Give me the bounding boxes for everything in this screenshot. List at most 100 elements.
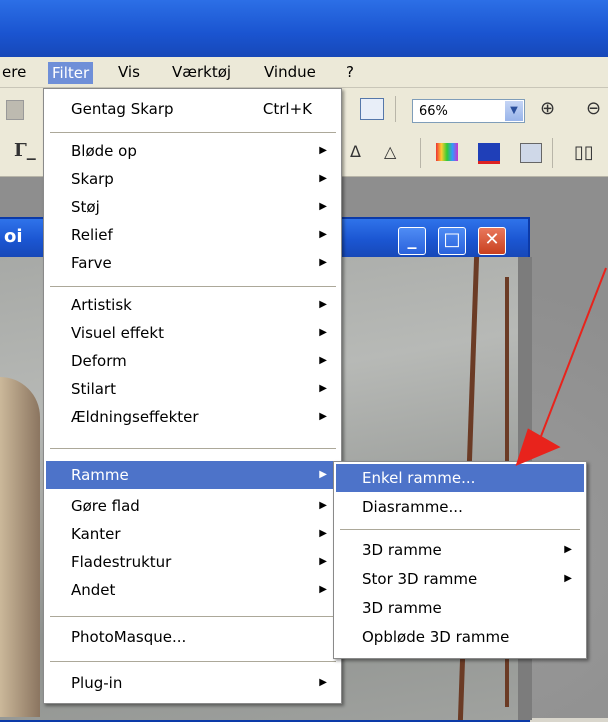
triangle-right-icon: ▶ <box>319 677 327 688</box>
menu-item-gentag-skarp[interactable]: Gentag Skarp Ctrl+K <box>46 95 339 123</box>
menu-help[interactable]: ? <box>346 63 354 81</box>
toolbar-button-icon[interactable] <box>6 100 24 120</box>
menu-item-artistisk[interactable]: Artistisk ▶ <box>46 291 339 319</box>
toolbar-separator <box>395 96 396 122</box>
calendar-icon[interactable] <box>360 98 384 120</box>
menu-item-plug-in[interactable]: Plug-in ▶ <box>46 669 339 697</box>
menu-item-label: Kanter <box>71 525 121 543</box>
menu-item-label: Farve <box>71 254 112 272</box>
photo-subject <box>0 377 40 717</box>
triangle-right-icon: ▶ <box>319 500 327 511</box>
color-palette-icon[interactable] <box>436 143 458 161</box>
menu-item-label: Enkel ramme... <box>362 469 476 487</box>
menu-ere[interactable]: ere <box>2 63 26 81</box>
menu-separator <box>50 132 336 133</box>
menu-item-label: Andet <box>71 581 116 599</box>
triangle-right-icon: ▶ <box>319 528 327 539</box>
menu-item-deform[interactable]: Deform ▶ <box>46 347 339 375</box>
minimize-icon[interactable]: _ <box>398 227 426 255</box>
triangle-right-icon: ▶ <box>319 257 327 268</box>
menu-item-label: Støj <box>71 198 100 216</box>
menu-item-visuel-effekt[interactable]: Visuel effekt ▶ <box>46 319 339 347</box>
submenu-item-enkel-ramme[interactable]: Enkel ramme... <box>336 464 584 492</box>
menu-separator <box>50 448 336 449</box>
menu-item-label: Gøre flad <box>71 497 140 515</box>
zoom-out-icon[interactable]: ⊖ <box>586 98 601 119</box>
menu-item-label: 3D ramme <box>362 599 442 617</box>
triangle-right-icon: ▶ <box>319 411 327 422</box>
menu-item-relief[interactable]: Relief ▶ <box>46 221 339 249</box>
menu-item-label: Stilart <box>71 380 116 398</box>
menu-item-photomasque[interactable]: PhotoMasque... <box>46 623 339 651</box>
menu-separator <box>50 286 336 287</box>
menu-item-skarp[interactable]: Skarp ▶ <box>46 165 339 193</box>
menu-vindue[interactable]: Vindue <box>264 63 316 81</box>
submenu-item-diasramme[interactable]: Diasramme... <box>336 493 584 521</box>
menu-item-label: Skarp <box>71 170 114 188</box>
menu-item-stilart[interactable]: Stilart ▶ <box>46 375 339 403</box>
triangle-right-icon: ▶ <box>319 145 327 156</box>
menu-item-ramme[interactable]: Ramme ▶ <box>46 461 339 489</box>
app-titlebar <box>0 0 608 57</box>
menu-item-label: Deform <box>71 352 127 370</box>
triangle-right-icon: ▶ <box>564 544 572 555</box>
menu-item-label: Stor 3D ramme <box>362 570 478 588</box>
triangle-right-icon: ▶ <box>319 229 327 240</box>
chevron-down-icon[interactable]: ▼ <box>505 101 523 121</box>
menu-item-goere-flad[interactable]: Gøre flad ▶ <box>46 492 339 520</box>
close-icon[interactable]: ✕ <box>478 227 506 255</box>
submenu-item-3d-ramme-plain[interactable]: 3D ramme <box>336 594 584 622</box>
ramme-submenu: Enkel ramme... Diasramme... 3D ramme ▶ St… <box>333 461 587 659</box>
menu-separator <box>50 661 336 662</box>
shortcut-label: Ctrl+K <box>262 100 312 118</box>
image-window-title: oi <box>4 226 23 247</box>
monitor-icon[interactable] <box>478 143 500 164</box>
triangle-outline-icon[interactable]: △ <box>384 142 396 161</box>
text-tool-icon[interactable]: Γ_ <box>14 140 36 161</box>
filter-menu: Gentag Skarp Ctrl+K Bløde op ▶ Skarp ▶ Stø… <box>43 88 342 704</box>
menu-vis[interactable]: Vis <box>118 63 140 81</box>
triangle-right-icon: ▶ <box>564 573 572 584</box>
triangle-right-icon: ▶ <box>319 201 327 212</box>
menu-item-label: 3D ramme <box>362 541 442 559</box>
image-icon[interactable] <box>520 143 542 163</box>
zoom-in-icon[interactable]: ⊕ <box>540 98 555 119</box>
menu-item-aeldningseffekter[interactable]: Ældningseffekter ▶ <box>46 403 339 431</box>
menu-item-label: Bløde op <box>71 142 137 160</box>
menu-item-bloede-op[interactable]: Bløde op ▶ <box>46 137 339 165</box>
menu-item-label: Diasramme... <box>362 498 463 516</box>
book-icon[interactable]: ▯▯ <box>574 142 594 163</box>
menu-item-label: Ældningseffekter <box>71 408 199 426</box>
triangle-icon[interactable]: Δ <box>350 142 361 161</box>
menu-separator <box>340 529 580 530</box>
menu-separator <box>50 616 336 617</box>
triangle-right-icon: ▶ <box>319 355 327 366</box>
triangle-right-icon: ▶ <box>319 584 327 595</box>
triangle-right-icon: ▶ <box>319 383 327 394</box>
menu-item-label: Artistisk <box>71 296 132 314</box>
submenu-item-opbloede-3d-ramme[interactable]: Opbløde 3D ramme <box>336 623 584 651</box>
zoom-select[interactable]: 66% ▼ <box>412 99 525 123</box>
menu-item-label: PhotoMasque... <box>71 628 187 646</box>
zoom-value: 66% <box>419 104 448 119</box>
submenu-item-stor-3d-ramme[interactable]: Stor 3D ramme ▶ <box>336 565 584 593</box>
menu-item-label: Ramme <box>71 466 129 484</box>
menu-item-farve[interactable]: Farve ▶ <box>46 249 339 277</box>
menu-item-kanter[interactable]: Kanter ▶ <box>46 520 339 548</box>
menu-item-label: Opbløde 3D ramme <box>362 628 510 646</box>
menu-item-label: Relief <box>71 226 113 244</box>
menu-item-stoej[interactable]: Støj ▶ <box>46 193 339 221</box>
triangle-right-icon: ▶ <box>319 173 327 184</box>
triangle-right-icon: ▶ <box>319 556 327 567</box>
menu-item-fladestruktur[interactable]: Fladestruktur ▶ <box>46 548 339 576</box>
menu-item-label: Visuel effekt <box>71 324 164 342</box>
triangle-right-icon: ▶ <box>319 327 327 338</box>
submenu-item-3d-ramme[interactable]: 3D ramme ▶ <box>336 536 584 564</box>
toolbar-separator <box>420 138 421 168</box>
menu-item-label: Plug-in <box>71 674 123 692</box>
toolbar-separator <box>552 138 553 168</box>
maximize-icon[interactable]: □ <box>438 227 466 255</box>
menu-item-andet[interactable]: Andet ▶ <box>46 576 339 604</box>
menu-filter[interactable]: Filter <box>48 62 94 84</box>
menu-vaerktoej[interactable]: Værktøj <box>172 63 231 81</box>
